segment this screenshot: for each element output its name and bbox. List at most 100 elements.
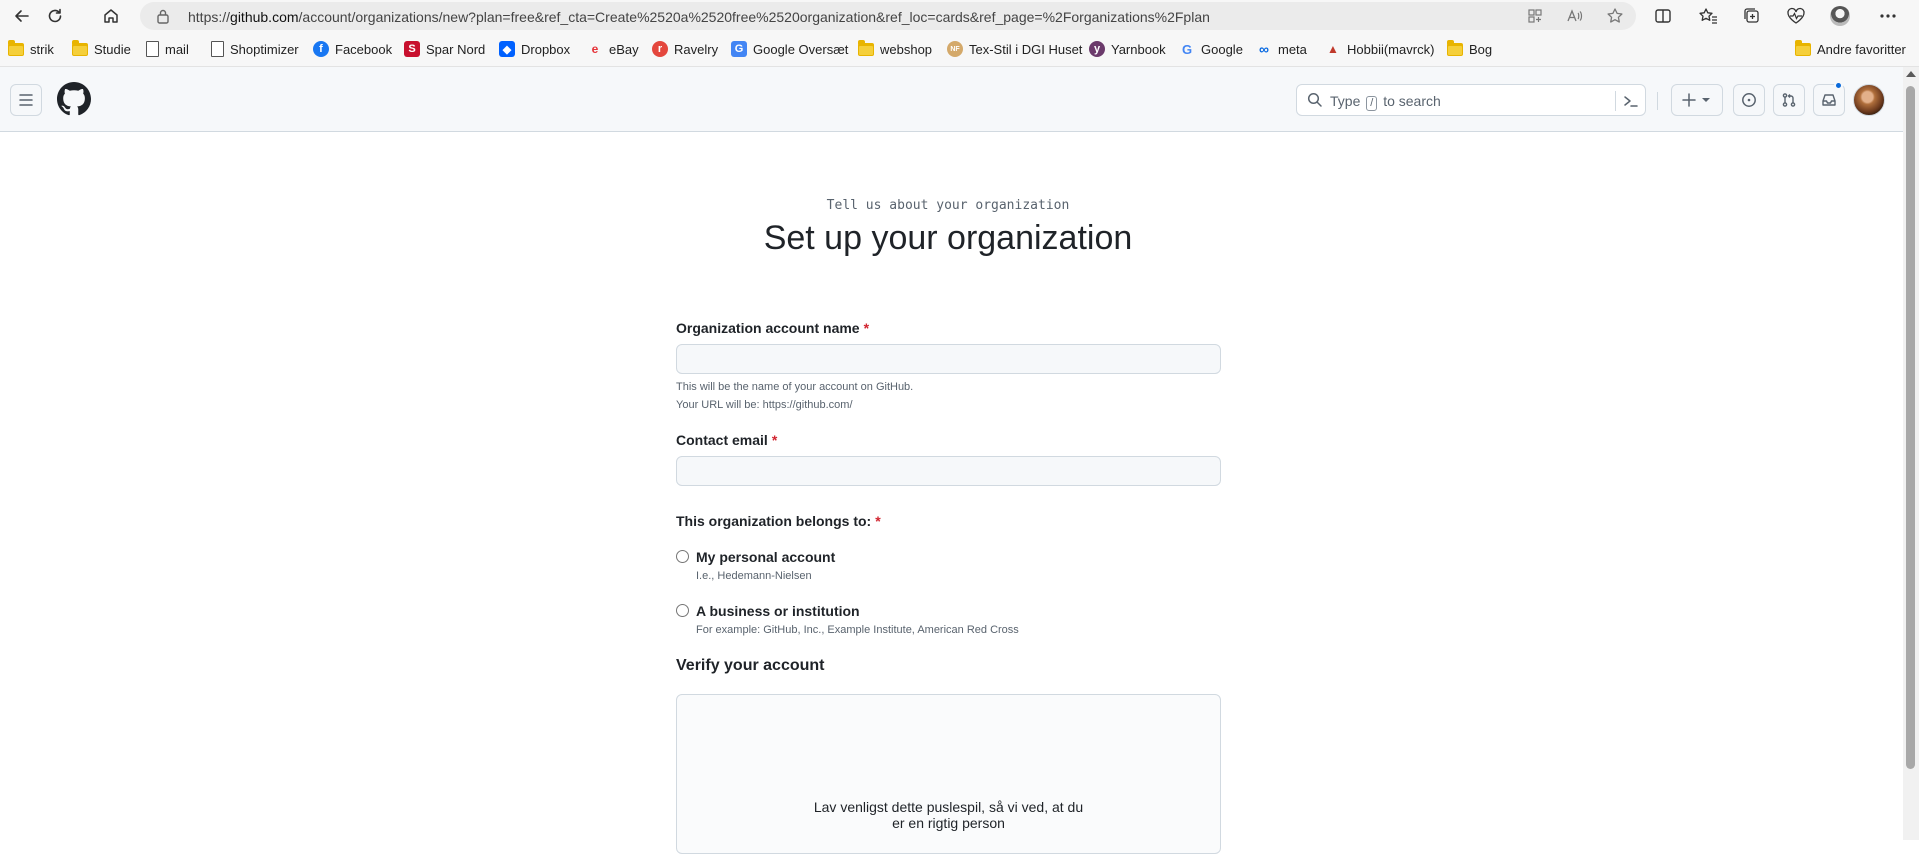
google-translate-icon: G (731, 41, 747, 57)
bookmark-strik[interactable]: strik (8, 39, 54, 58)
folder-icon (1795, 39, 1811, 56)
menu-button[interactable] (10, 84, 42, 116)
pull-requests-button[interactable] (1773, 84, 1805, 116)
bookmark-label: Andre favoritter (1817, 41, 1906, 57)
business-label[interactable]: A business or institution (696, 603, 860, 619)
apps-icon (1528, 9, 1542, 23)
browser-toolbar: https://github.com/account/organizations… (0, 0, 1919, 31)
org-name-label: Organization account name * (676, 320, 869, 336)
bookmark-label: Tex-Stil i DGI Huset (969, 41, 1083, 57)
bookmark-label: Shoptimizer (230, 41, 299, 57)
bookmark-label: meta (1278, 41, 1307, 57)
required-mark: * (863, 320, 870, 336)
personal-account-note: I.e., Hedemann-Nielsen (696, 570, 812, 582)
search-placeholder-before: Type (1330, 93, 1361, 109)
bookmark-label: webshop (880, 41, 933, 57)
read-aloud-icon (1567, 9, 1583, 22)
business-note: For example: GitHub, Inc., Example Insti… (696, 624, 1019, 636)
inbox-icon (1822, 94, 1836, 106)
bookmark-meta[interactable]: ∞ meta (1256, 40, 1307, 58)
url-path: /account/organizations/new?plan=free&ref… (298, 9, 1210, 25)
ravelry-icon: r (652, 41, 668, 57)
bookmark-spar-nord[interactable]: S Spar Nord (404, 40, 485, 58)
bookmark-ravelry[interactable]: r Ravelry (652, 40, 718, 58)
bookmark-shoptimizer[interactable]: Shoptimizer (211, 40, 299, 58)
dropbox-icon: ◆ (499, 41, 515, 57)
folder-icon (858, 39, 874, 56)
search-input[interactable]: Type / to search (1296, 84, 1646, 116)
bookmark-webshop[interactable]: webshop (858, 39, 933, 58)
hamburger-icon (19, 94, 33, 106)
back-button[interactable] (9, 3, 35, 29)
browser-essentials-button[interactable] (1784, 4, 1808, 28)
page-icon (211, 41, 224, 57)
notifications-button[interactable] (1813, 81, 1845, 116)
refresh-button[interactable] (42, 3, 68, 29)
personal-account-radio[interactable] (676, 550, 689, 563)
folder-icon (8, 39, 24, 56)
browser-profile-avatar[interactable] (1830, 6, 1850, 26)
search-divider (1615, 91, 1616, 111)
bookmark-bog[interactable]: Bog (1447, 39, 1492, 58)
bookmark-google[interactable]: G Google (1179, 40, 1243, 58)
bookmark-hobbii[interactable]: ▲ Hobbii(mavrck) (1325, 40, 1434, 58)
favorites-button[interactable] (1696, 4, 1720, 28)
favorite-star-button[interactable] (1606, 7, 1624, 25)
hobbii-icon: ▲ (1327, 42, 1339, 56)
bookmark-ebay[interactable]: e eBay (587, 40, 639, 58)
belongs-to-label: This organization belongs to: * (676, 513, 881, 529)
settings-more-button[interactable] (1876, 4, 1900, 28)
issue-opened-icon (1742, 93, 1756, 107)
page-subtitle: Tell us about your organization (826, 198, 1070, 213)
google-icon: G (1181, 41, 1193, 57)
captcha-instruction: Lav venligst dette puslespil, så vi ved,… (813, 799, 1084, 831)
read-aloud-button[interactable] (1566, 7, 1584, 25)
favorites-icon (1699, 8, 1717, 24)
bookmark-label: strik (30, 41, 54, 57)
personal-account-label[interactable]: My personal account (696, 549, 835, 565)
github-logo-icon[interactable] (57, 82, 91, 116)
command-palette-icon (1624, 96, 1638, 107)
bookmark-other-favorites[interactable]: Andre favoritter (1795, 39, 1906, 58)
bookmarks-bar: strik Studie mail Shoptimizer f Facebook … (0, 31, 1919, 67)
pull-request-icon (1782, 93, 1796, 107)
org-name-input[interactable] (676, 344, 1221, 374)
bookmark-label: Ravelry (674, 41, 719, 57)
heart-pulse-icon (1787, 7, 1805, 24)
bookmark-label: Facebook (335, 41, 393, 57)
scroll-up-arrow-icon[interactable] (1906, 71, 1916, 77)
yarnbook-icon: y (1089, 41, 1105, 57)
bookmark-mail[interactable]: mail (146, 40, 189, 58)
bookmark-facebook[interactable]: f Facebook (313, 40, 392, 58)
user-avatar[interactable] (1853, 84, 1885, 116)
command-palette-button[interactable] (1621, 91, 1641, 111)
url-text: https://github.com/account/organizations… (188, 9, 1210, 25)
facebook-icon: f (313, 41, 329, 57)
home-button[interactable] (98, 3, 124, 29)
scrollbar-thumb[interactable] (1906, 86, 1915, 769)
bookmark-tex-stil[interactable]: NF Tex-Stil i DGI Huset (947, 40, 1082, 58)
texstil-icon: NF (947, 41, 963, 57)
sparnord-icon: S (404, 41, 420, 57)
star-icon (1607, 8, 1623, 23)
folder-icon (72, 39, 88, 56)
create-new-button[interactable] (1671, 84, 1723, 116)
captcha-frame[interactable]: Lav venligst dette puslespil, så vi ved,… (676, 694, 1221, 854)
org-url-note: Your URL will be: https://github.com/ (676, 399, 853, 411)
bookmark-yarnbook[interactable]: y Yarnbook (1089, 40, 1166, 58)
org-name-label-text: Organization account name (676, 320, 860, 336)
search-placeholder-after: to search (1383, 93, 1441, 109)
address-bar[interactable]: https://github.com/account/organizations… (140, 2, 1636, 30)
bookmark-google-translate[interactable]: G Google Oversæt (731, 40, 848, 58)
search-placeholder: Type / to search (1330, 93, 1441, 111)
split-screen-icon (1655, 9, 1671, 23)
bookmark-dropbox[interactable]: ◆ Dropbox (499, 40, 570, 58)
split-screen-button[interactable] (1651, 4, 1675, 28)
contact-email-input[interactable] (676, 456, 1221, 486)
bookmark-studie[interactable]: Studie (72, 39, 131, 58)
collections-button[interactable] (1740, 4, 1764, 28)
business-radio[interactable] (676, 604, 689, 617)
issues-button[interactable] (1733, 84, 1765, 116)
bookmark-label: Yarnbook (1111, 41, 1166, 57)
app-available-button[interactable] (1526, 7, 1544, 25)
